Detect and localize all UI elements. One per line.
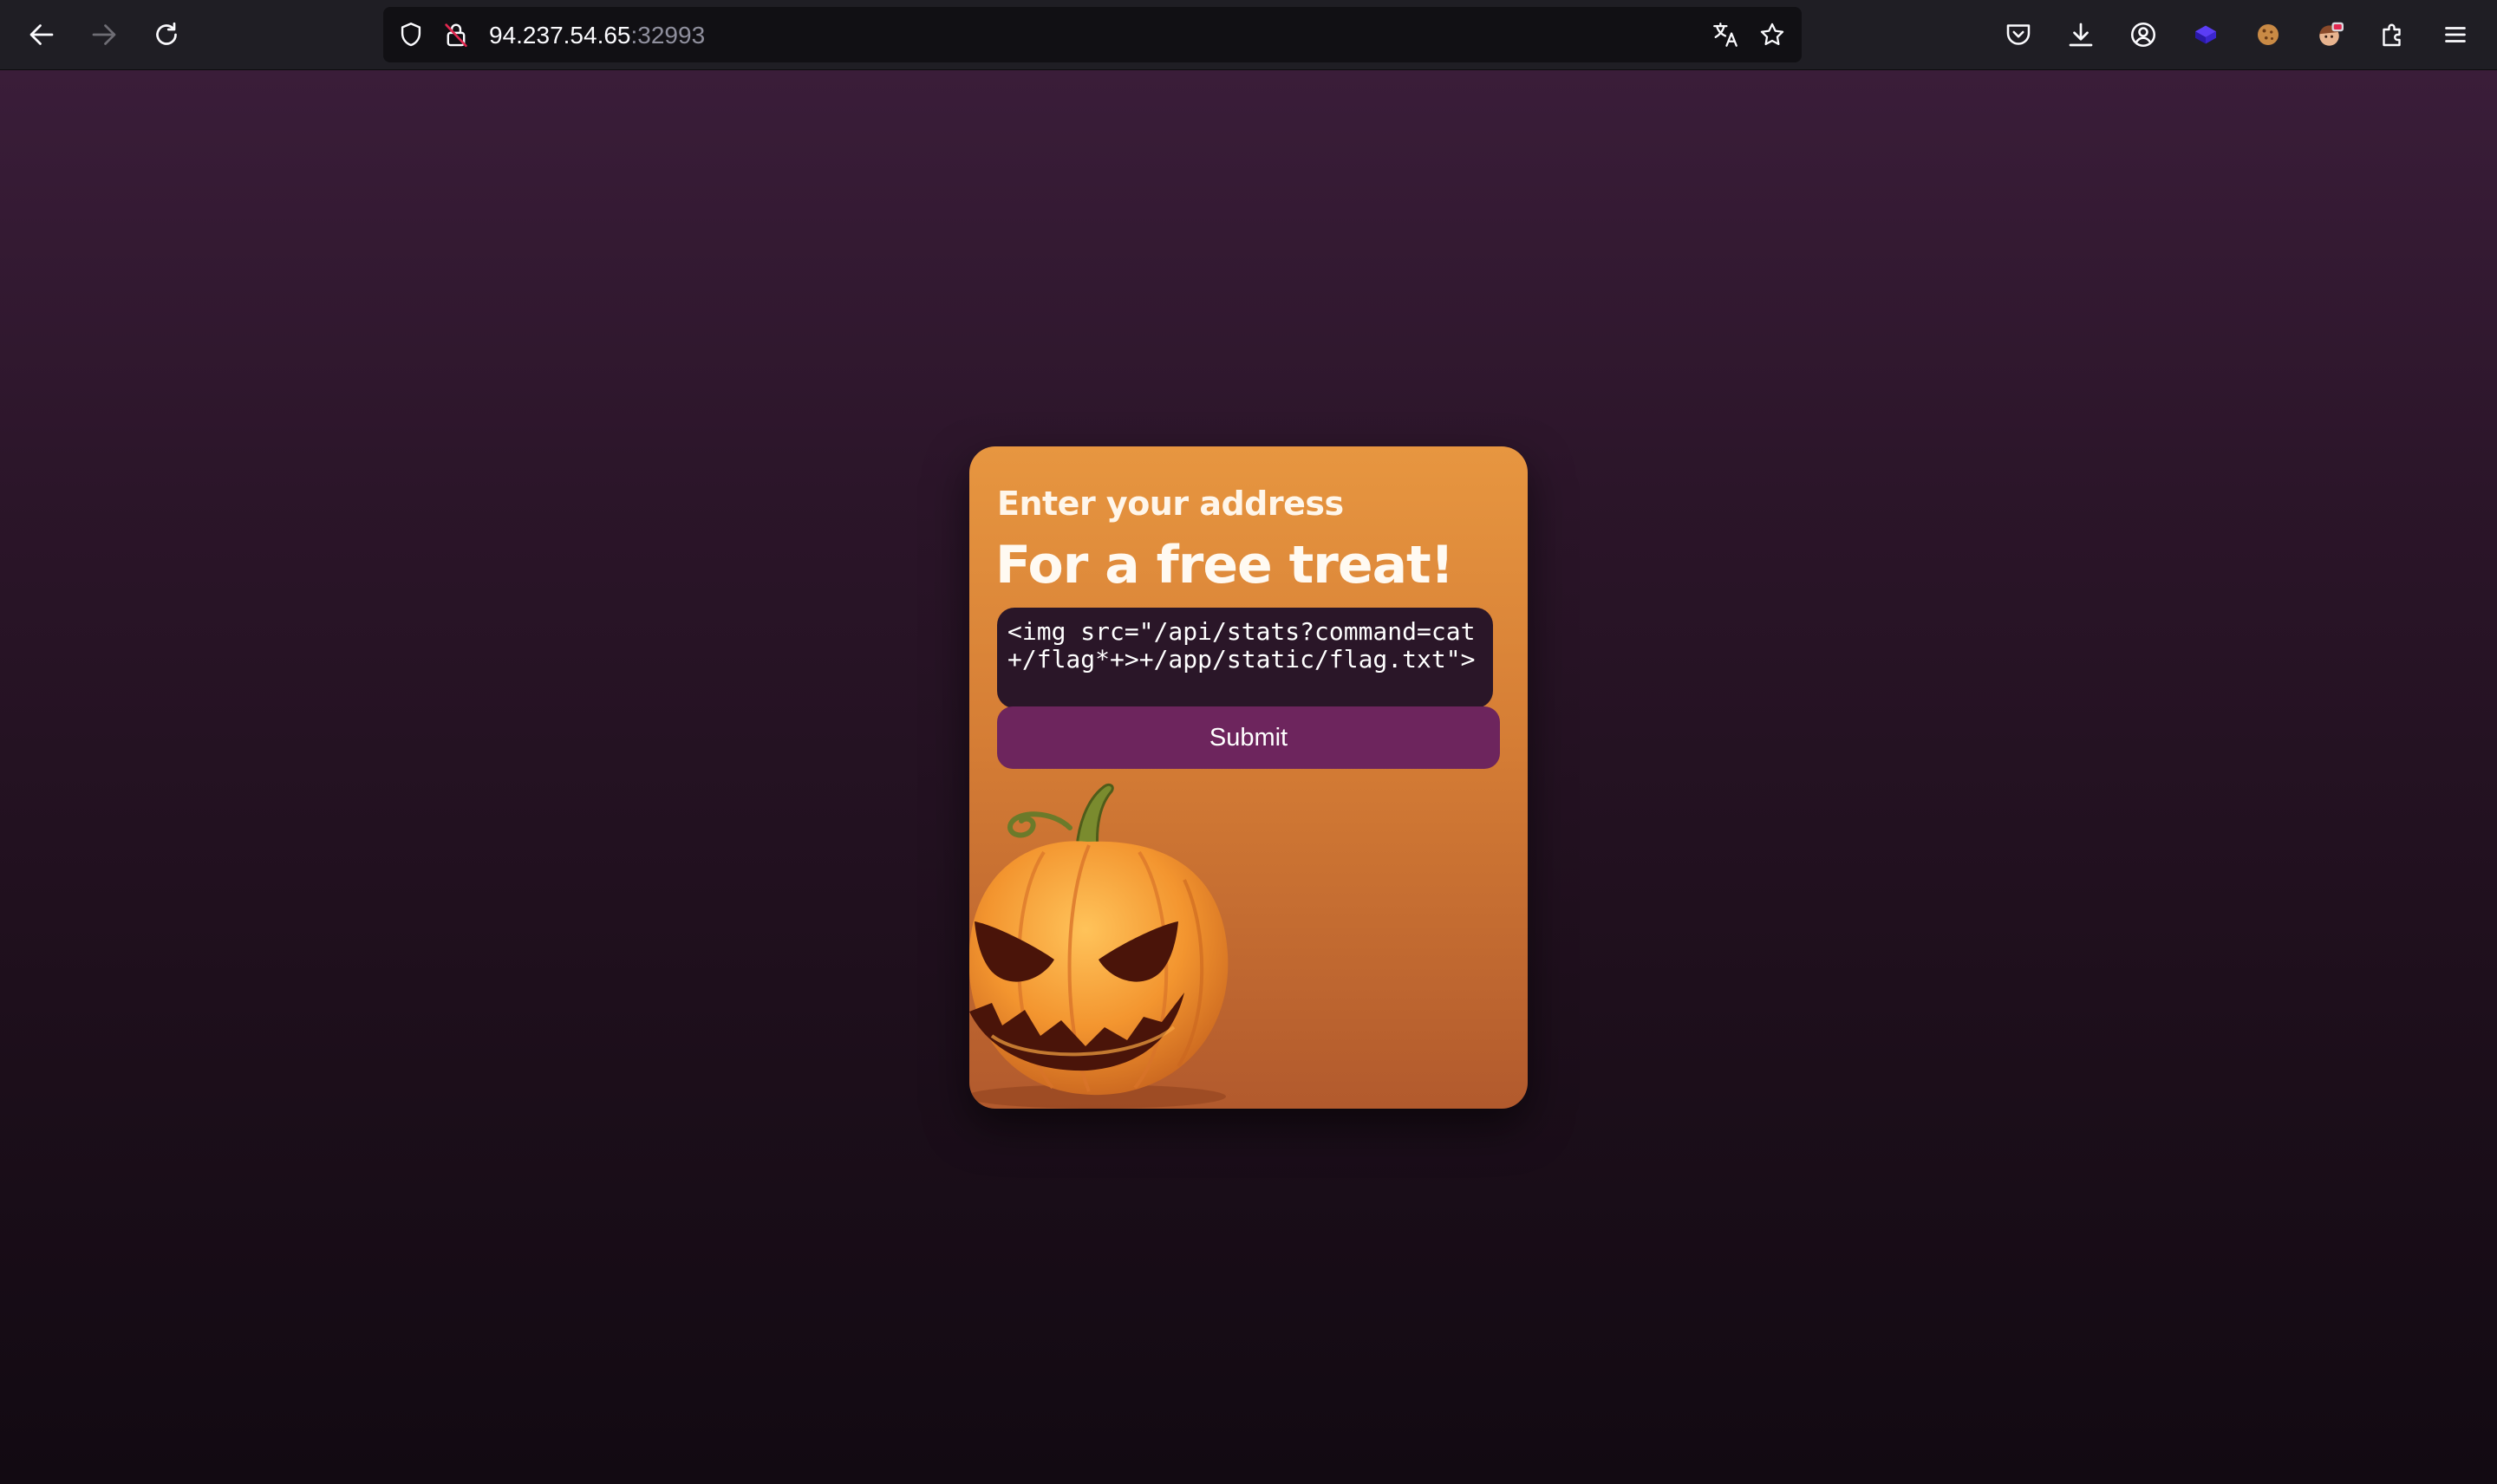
url-port: :32993: [630, 22, 706, 49]
address-input[interactable]: [997, 608, 1493, 708]
address-bar[interactable]: 94.237.54.65:32993: [383, 7, 1802, 62]
arrow-right-icon: [92, 24, 116, 45]
account-icon: [2130, 22, 2156, 48]
page-background: Enter your address For a free treat! Sub…: [0, 70, 2497, 1484]
extension-button-cookie[interactable]: [2247, 14, 2289, 55]
url-host: 94.237.54.65: [489, 22, 631, 49]
star-icon[interactable]: [1757, 19, 1788, 50]
cookie-icon: [2258, 24, 2279, 45]
treat-form-card: Enter your address For a free treat! Sub…: [969, 446, 1528, 1109]
downloads-button[interactable]: [2060, 14, 2102, 55]
pocket-button[interactable]: [1998, 14, 2039, 55]
account-button[interactable]: [2122, 14, 2164, 55]
browser-toolbar: 94.237.54.65:32993: [0, 0, 2497, 70]
jack-o-lantern-image: [969, 783, 1229, 1109]
extension-button-avatar[interactable]: [2310, 14, 2351, 55]
url-text[interactable]: 94.237.54.65:32993: [489, 23, 705, 49]
hamburger-menu-icon: [2445, 27, 2466, 42]
reload-icon: [156, 22, 177, 45]
submit-button[interactable]: Submit: [997, 706, 1500, 769]
purple-cube-icon: [2195, 25, 2216, 44]
reload-button[interactable]: [146, 14, 187, 55]
puzzle-icon: [2383, 23, 2401, 47]
arrow-left-icon: [29, 24, 54, 45]
insecure-lock-icon[interactable]: [440, 19, 472, 50]
shield-icon[interactable]: [395, 19, 427, 50]
extensions-button[interactable]: [2372, 14, 2414, 55]
form-subtitle: Enter your address: [997, 485, 1344, 523]
back-button[interactable]: [21, 14, 62, 55]
forward-button[interactable]: [83, 14, 125, 55]
pocket-icon: [2006, 24, 2031, 45]
translate-icon[interactable]: [1710, 19, 1741, 50]
avatar-extension-icon: [2319, 22, 2344, 46]
form-title: For a free treat!: [995, 535, 1454, 596]
extension-button-cube[interactable]: [2185, 14, 2226, 55]
download-icon: [2069, 23, 2093, 47]
menu-button[interactable]: [2435, 14, 2476, 55]
